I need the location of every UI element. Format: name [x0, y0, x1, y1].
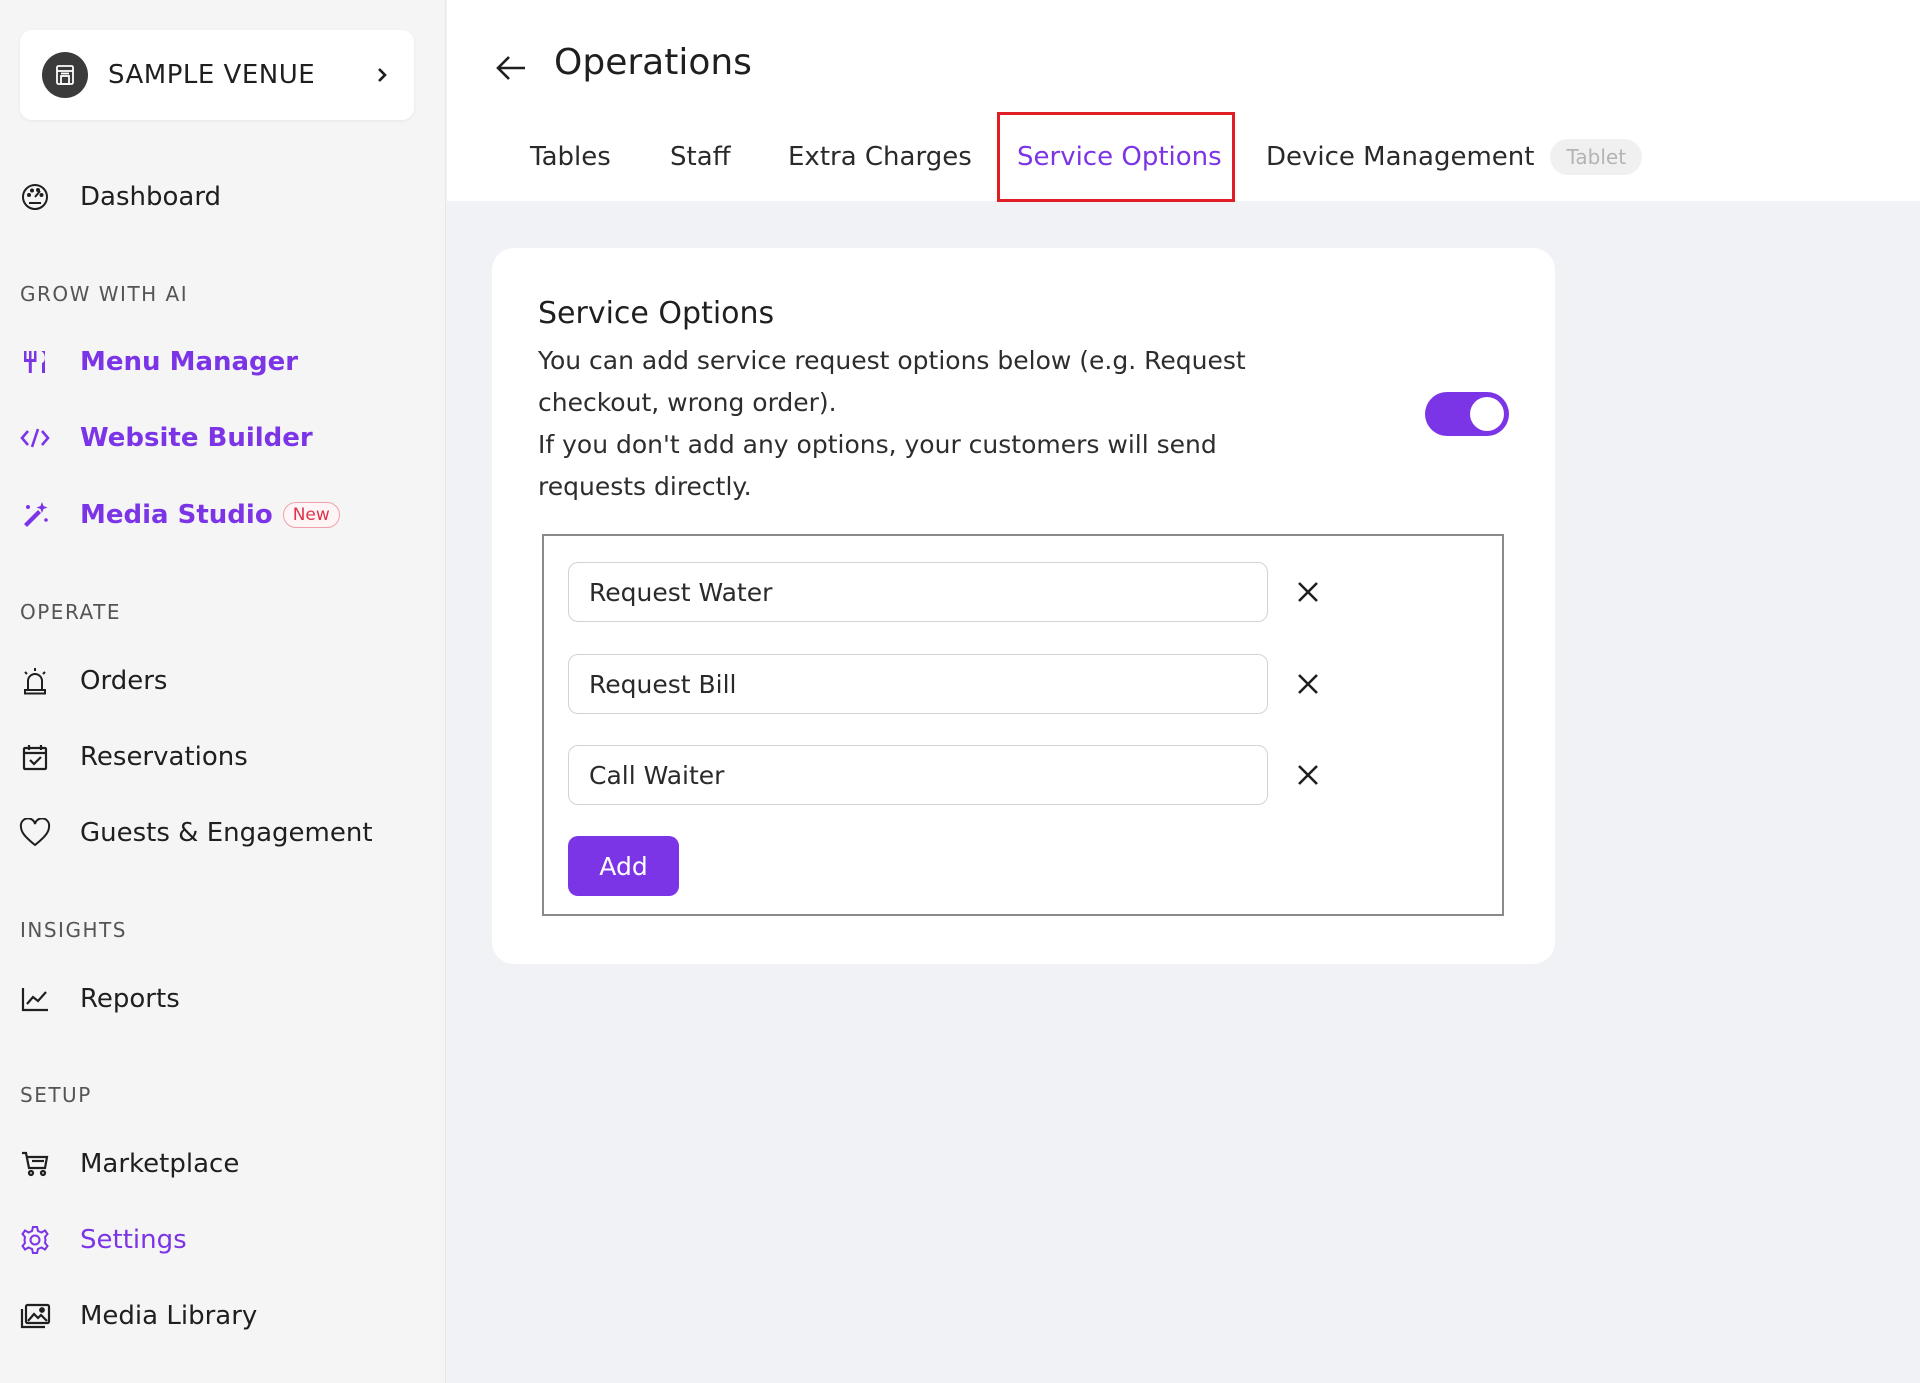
tab-device-management[interactable]: Device Management Tablet — [1266, 112, 1643, 202]
sidebar-item-orders[interactable]: Orders — [18, 656, 167, 706]
toggle-knob — [1470, 397, 1504, 431]
heart-icon — [18, 816, 52, 850]
line-chart-icon — [18, 982, 52, 1016]
section-heading-grow: GROW WITH AI — [20, 282, 189, 306]
sidebar-item-label: Website Builder — [80, 423, 313, 453]
sidebar-item-label: Dashboard — [80, 182, 222, 212]
dashboard-gauge-icon — [18, 180, 52, 214]
back-arrow-icon[interactable] — [491, 48, 531, 88]
option-row — [568, 654, 1318, 714]
tab-highlight-box — [997, 112, 1235, 202]
sidebar-item-guests-engagement[interactable]: Guests & Engagement — [18, 808, 373, 858]
sidebar: SAMPLE VENUE Dashboard GROW WITH AI Menu… — [0, 0, 446, 1383]
service-options-toggle[interactable] — [1425, 392, 1509, 436]
section-heading-operate: OPERATE — [20, 600, 122, 624]
section-heading-setup: SETUP — [20, 1083, 92, 1107]
sidebar-item-media-library[interactable]: Media Library — [18, 1291, 257, 1341]
tab-service-options[interactable]: Service Options — [997, 112, 1235, 202]
card-title: Service Options — [538, 296, 775, 331]
description-line: checkout, wrong order). — [538, 388, 837, 417]
sidebar-item-label: Media Library — [80, 1301, 258, 1331]
sidebar-item-website-builder[interactable]: Website Builder — [18, 413, 313, 463]
sidebar-item-label: Marketplace — [80, 1149, 240, 1179]
sidebar-item-marketplace[interactable]: Marketplace — [18, 1139, 239, 1189]
sidebar-item-label: Reservations — [80, 742, 248, 772]
sidebar-item-reports[interactable]: Reports — [18, 974, 180, 1024]
calendar-check-icon — [18, 740, 52, 774]
tab-label: Tables — [530, 142, 611, 172]
sidebar-item-media-studio[interactable]: Media Studio New — [18, 490, 340, 540]
tablet-badge: Tablet — [1550, 139, 1643, 175]
page-header: Operations Tables Staff Extra Charges Se… — [447, 0, 1920, 202]
alarm-bell-icon — [18, 664, 52, 698]
sidebar-item-label: Reports — [80, 984, 180, 1014]
service-options-list: Add — [542, 534, 1504, 916]
close-icon[interactable] — [1288, 755, 1328, 795]
tab-label: Staff — [670, 142, 731, 172]
cart-icon — [18, 1147, 52, 1181]
sidebar-item-label: Menu Manager — [80, 347, 299, 377]
close-icon[interactable] — [1288, 664, 1328, 704]
add-option-button[interactable]: Add — [568, 836, 679, 896]
sidebar-item-dashboard[interactable]: Dashboard — [18, 172, 221, 222]
fork-knife-icon — [18, 345, 52, 379]
description-line: You can add service request options belo… — [538, 346, 1246, 375]
sidebar-item-label: Settings — [80, 1225, 187, 1255]
card-description: You can add service request options belo… — [538, 340, 1258, 508]
tab-extra-charges[interactable]: Extra Charges — [788, 112, 972, 202]
sidebar-item-label: Media Studio — [80, 500, 273, 530]
tab-label: Device Management — [1266, 142, 1535, 172]
gear-icon — [18, 1223, 52, 1257]
sidebar-item-menu-manager[interactable]: Menu Manager — [18, 337, 298, 387]
tab-tables[interactable]: Tables — [530, 112, 611, 202]
venue-selector[interactable]: SAMPLE VENUE — [20, 30, 414, 120]
venue-name: SAMPLE VENUE — [108, 60, 316, 90]
description-line: requests directly. — [538, 472, 752, 501]
venue-store-icon — [42, 52, 88, 98]
option-row — [568, 562, 1318, 622]
images-icon — [18, 1299, 52, 1333]
tab-label: Extra Charges — [788, 142, 972, 172]
sidebar-item-label: Guests & Engagement — [80, 818, 373, 848]
option-row — [568, 745, 1318, 805]
page-title: Operations — [554, 42, 752, 83]
sidebar-item-reservations[interactable]: Reservations — [18, 732, 248, 782]
new-badge: New — [282, 502, 340, 528]
tab-staff[interactable]: Staff — [670, 112, 731, 202]
option-input[interactable] — [568, 654, 1268, 714]
close-icon[interactable] — [1288, 572, 1328, 612]
description-line: If you don't add any options, your custo… — [538, 430, 1217, 459]
code-icon — [18, 421, 52, 455]
option-input[interactable] — [568, 562, 1268, 622]
option-input[interactable] — [568, 745, 1268, 805]
sidebar-item-settings[interactable]: Settings — [18, 1215, 187, 1265]
service-options-card: Service Options You can add service requ… — [492, 248, 1555, 964]
chevron-right-icon — [372, 65, 392, 85]
sidebar-item-label: Orders — [80, 666, 168, 696]
magic-wand-icon — [18, 498, 52, 532]
section-heading-insights: INSIGHTS — [20, 918, 127, 942]
